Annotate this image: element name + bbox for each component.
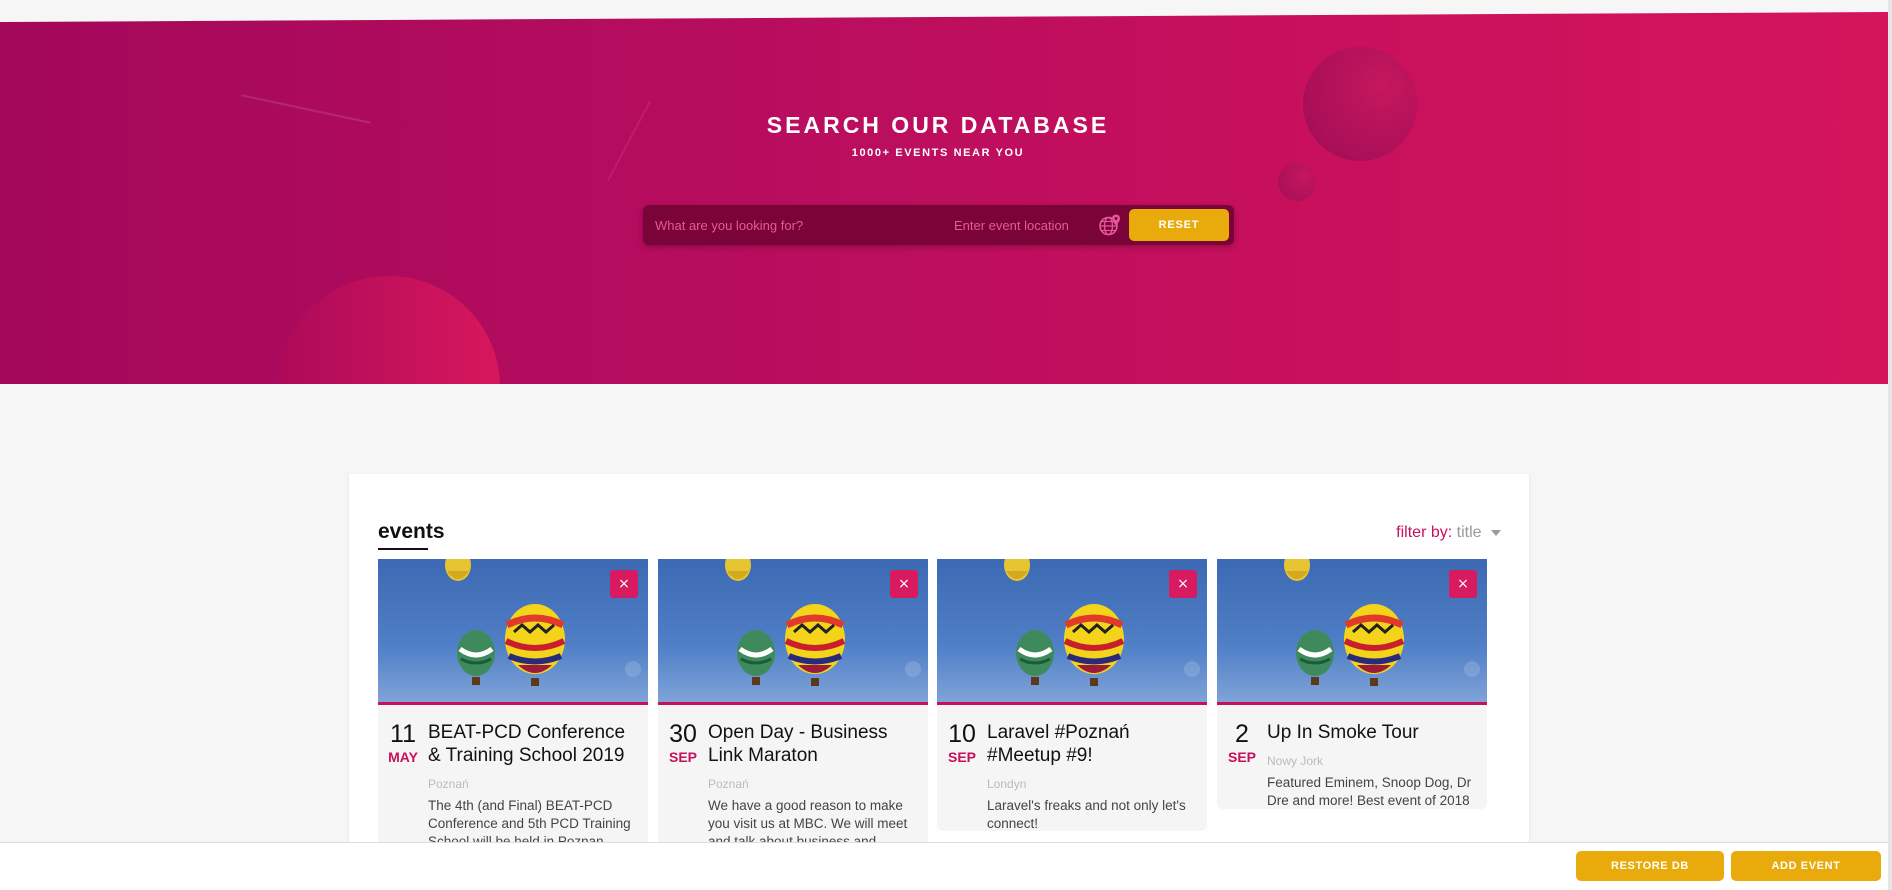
event-month: SEP	[947, 749, 976, 765]
event-card[interactable]: × 30 SEP Open Day - Business Link Marato…	[658, 559, 928, 859]
event-title[interactable]: Open Day - Business Link Maraton	[708, 721, 923, 767]
event-title[interactable]: Laravel #Poznań #Meetup #9!	[987, 721, 1202, 767]
event-month: SEP	[1227, 749, 1256, 765]
event-card[interactable]: × 2 SEP Up In Smoke Tour Nowy Jork Featu…	[1217, 559, 1487, 809]
filter-value[interactable]: title	[1457, 524, 1482, 541]
event-image: ×	[1217, 559, 1487, 705]
hero-subtitle: 1000+ EVENTS NEAR YOU	[851, 147, 1025, 159]
search-input[interactable]	[655, 215, 915, 235]
event-month: MAY	[388, 749, 418, 765]
decorative-circle	[1303, 47, 1417, 161]
delete-event-button[interactable]: ×	[1169, 570, 1197, 598]
delete-event-button[interactable]: ×	[1449, 570, 1477, 598]
delete-event-button[interactable]: ×	[610, 570, 638, 598]
event-day: 30	[669, 720, 697, 748]
heading-underline	[378, 548, 428, 550]
event-month: SEP	[668, 749, 697, 765]
globe-pin-icon[interactable]	[1098, 213, 1122, 237]
location-input[interactable]	[954, 215, 1094, 235]
event-day: 10	[948, 720, 976, 748]
event-description: Laravel's freaks and not only let's conn…	[987, 798, 1186, 831]
event-date: 2 SEP	[1217, 721, 1267, 765]
event-day: 2	[1235, 720, 1249, 748]
decorative-circle	[278, 276, 500, 384]
event-image: ×	[658, 559, 928, 705]
event-location: Poznań	[708, 777, 749, 791]
event-location: Poznań	[428, 777, 469, 791]
event-date: 10 SEP	[937, 721, 987, 765]
event-card[interactable]: × 11 MAY BEAT-PCD Conference & Training …	[378, 559, 648, 859]
event-date: 30 SEP	[658, 721, 708, 765]
event-image: ×	[937, 559, 1207, 705]
event-image: ×	[378, 559, 648, 705]
event-day: 11	[390, 720, 416, 748]
decorative-circle	[1278, 163, 1316, 201]
events-panel: events filter by: title × 11 MAY BEAT-PC…	[349, 474, 1529, 890]
caret-down-icon[interactable]	[1491, 529, 1501, 536]
scrollbar-track[interactable]	[1888, 0, 1892, 890]
event-description: Featured Eminem, Snoop Dog, Dr Dre and m…	[1267, 775, 1472, 808]
hero-title: SEARCH OUR DATABASE	[766, 112, 1110, 138]
event-location: Nowy Jork	[1267, 754, 1324, 768]
search-bar: RESET	[643, 205, 1234, 245]
add-event-button[interactable]: ADD EVENT	[1731, 851, 1881, 881]
event-title[interactable]: Up In Smoke Tour	[1267, 721, 1482, 744]
event-card[interactable]: × 10 SEP Laravel #Poznań #Meetup #9! Lon…	[937, 559, 1207, 831]
footer-bar: RESTORE DB ADD EVENT	[0, 842, 1892, 890]
hero-banner: SEARCH OUR DATABASE 1000+ EVENTS NEAR YO…	[0, 12, 1888, 384]
reset-button[interactable]: RESET	[1129, 209, 1229, 241]
delete-event-button[interactable]: ×	[890, 570, 918, 598]
event-location: Londyn	[987, 777, 1027, 791]
event-title[interactable]: BEAT-PCD Conference & Training School 20…	[428, 721, 643, 767]
event-date: 11 MAY	[378, 721, 428, 765]
filter-label: filter by:	[1396, 524, 1453, 541]
restore-db-button[interactable]: RESTORE DB	[1576, 851, 1724, 881]
filter-dropdown[interactable]: filter by: title	[1396, 524, 1501, 542]
events-heading: events	[378, 520, 445, 543]
